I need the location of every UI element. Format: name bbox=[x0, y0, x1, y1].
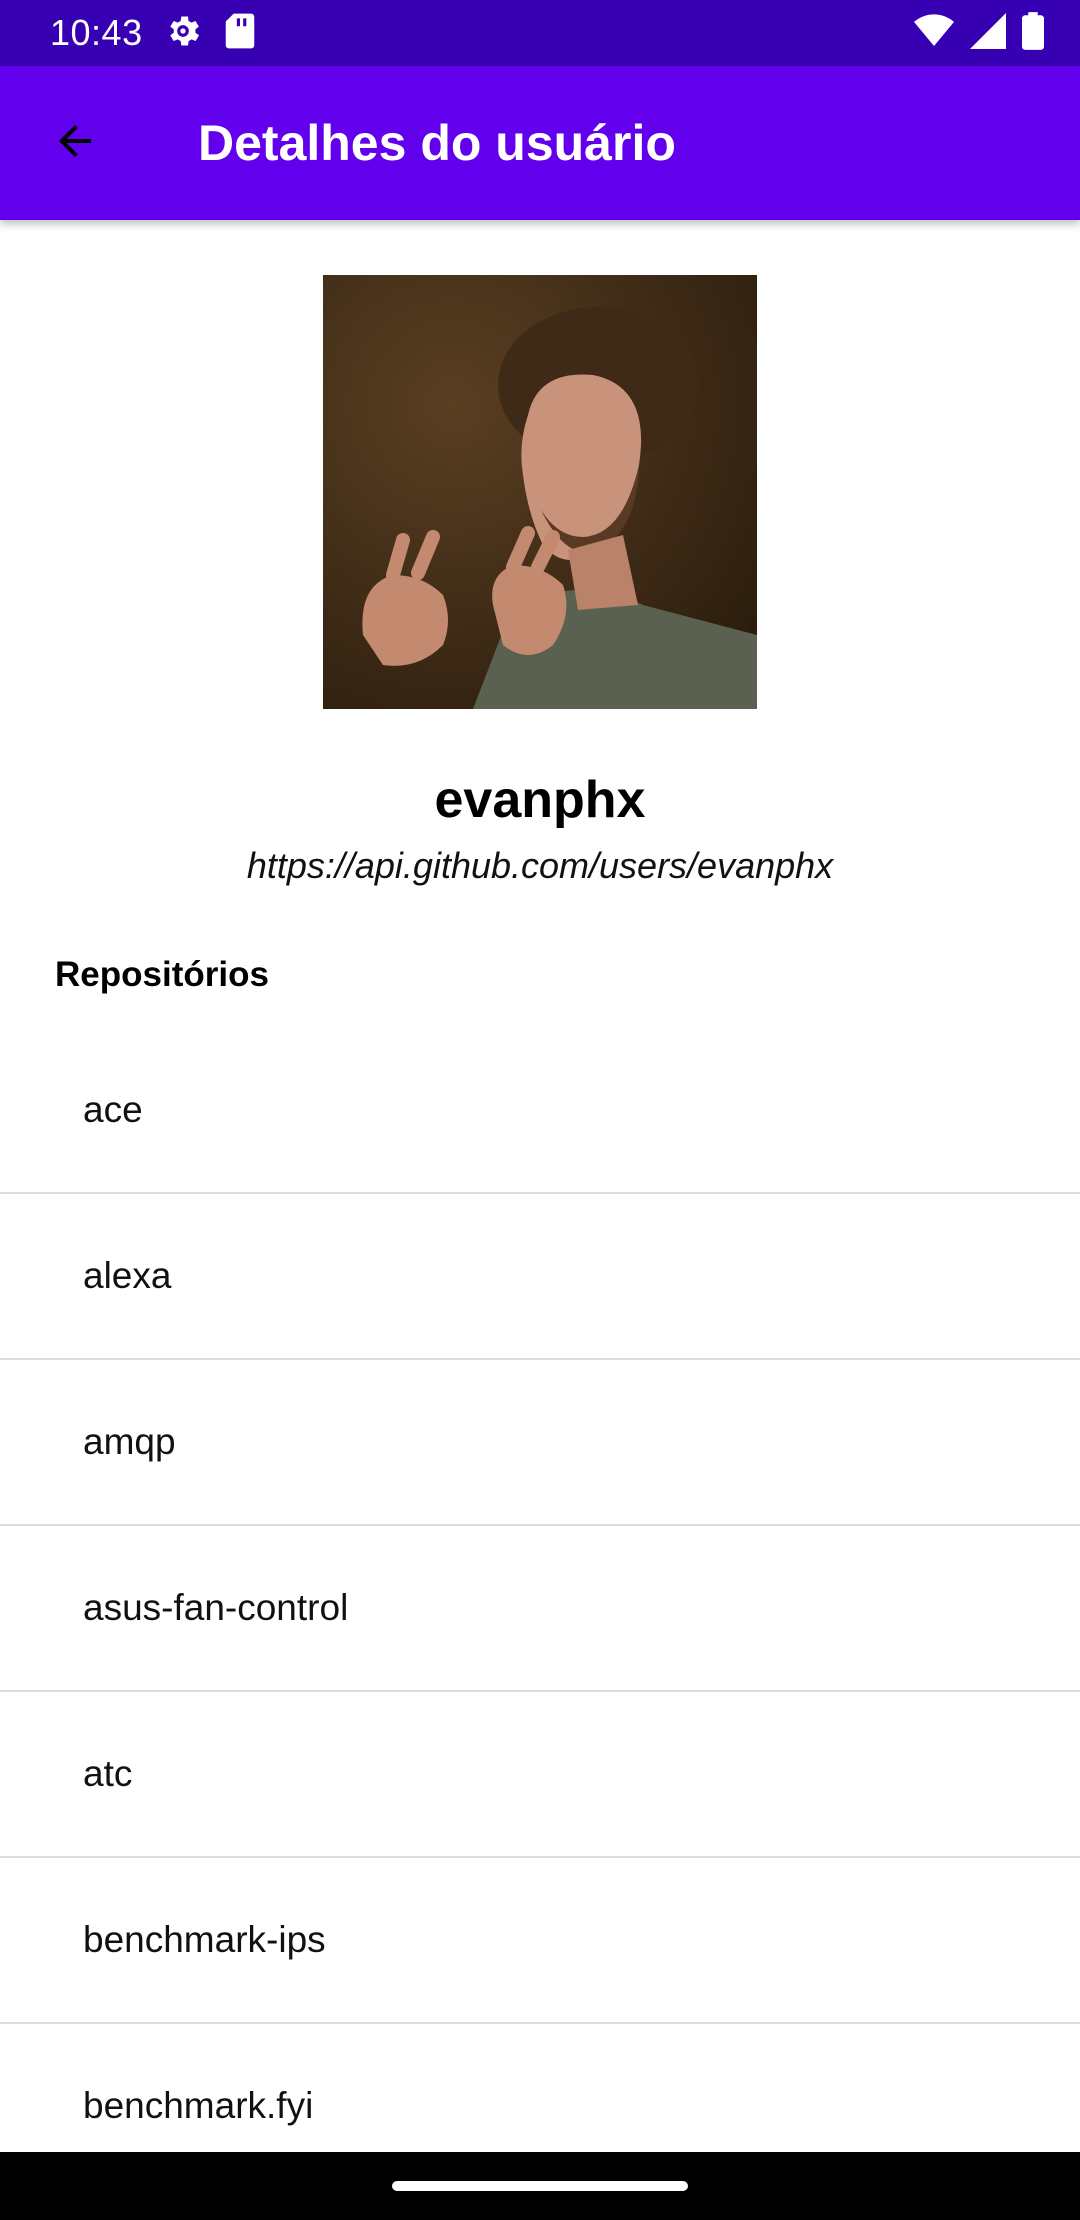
cellular-signal-icon bbox=[970, 12, 1006, 54]
repositories-heading: Repositórios bbox=[55, 955, 269, 994]
repository-item[interactable]: alexa bbox=[0, 1194, 1080, 1360]
page-title: Detalhes do usuário bbox=[198, 115, 676, 171]
navigation-bar bbox=[0, 2152, 1080, 2220]
app-bar: Detalhes do usuário bbox=[0, 66, 1080, 220]
home-gesture-handle[interactable] bbox=[392, 2181, 688, 2191]
user-url: https://api.github.com/users/evanphx bbox=[246, 845, 834, 886]
back-button[interactable] bbox=[20, 88, 130, 198]
status-time: 10:43 bbox=[50, 12, 143, 53]
status-bar: 10:43 bbox=[0, 0, 1080, 66]
battery-icon bbox=[1022, 11, 1044, 55]
repository-item[interactable]: asus-fan-control bbox=[0, 1526, 1080, 1692]
repository-item[interactable]: benchmark-ips bbox=[0, 1858, 1080, 2024]
repository-list: ace alexa amqp asus-fan-control atc benc… bbox=[0, 1028, 1080, 2190]
avatar bbox=[323, 275, 757, 709]
wifi-icon bbox=[914, 13, 954, 54]
user-login: evanphx bbox=[434, 771, 646, 829]
repository-item[interactable]: ace bbox=[0, 1028, 1080, 1194]
sd-card-icon bbox=[223, 12, 257, 55]
arrow-back-icon bbox=[51, 117, 99, 170]
repository-item[interactable]: amqp bbox=[0, 1360, 1080, 1526]
settings-gear-icon bbox=[163, 11, 203, 56]
repository-item[interactable]: atc bbox=[0, 1692, 1080, 1858]
